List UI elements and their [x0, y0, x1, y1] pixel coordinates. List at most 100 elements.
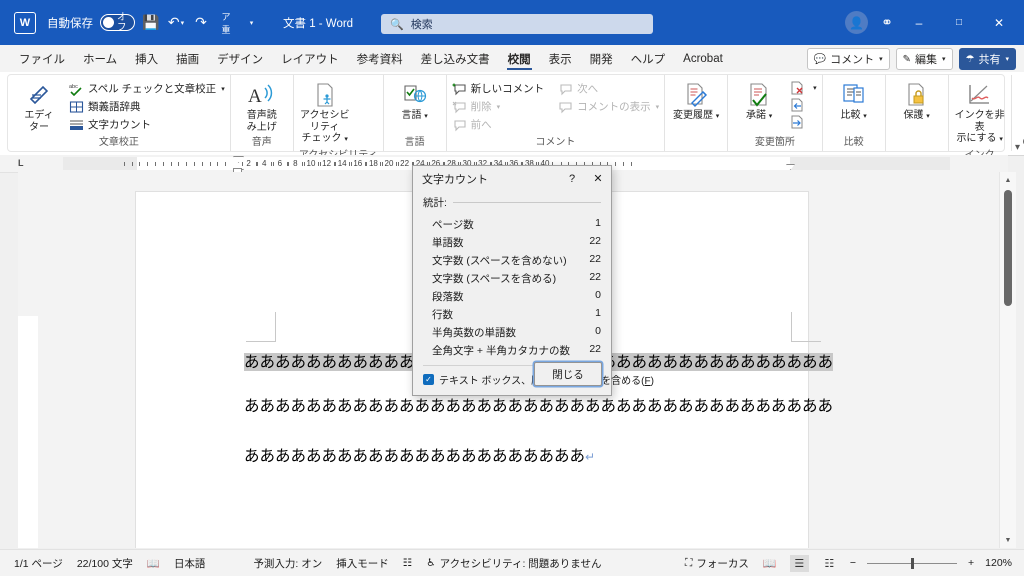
editing-button[interactable]: ✎ 編集 ▾: [896, 48, 953, 70]
include-textboxes-checkbox[interactable]: ✓: [423, 374, 434, 385]
ribbon-item-スペル チェックと文章校正[interactable]: abcスペル チェックと文章校正▾: [69, 81, 225, 96]
accessibility-check-icon: [312, 81, 338, 109]
ribbon-button-リンクノート[interactable]: Nリンクノート: [1017, 79, 1024, 133]
scroll-down-icon[interactable]: ▼: [1000, 532, 1016, 548]
stat-value: 0: [571, 289, 601, 304]
ruler-number: 14: [338, 159, 347, 168]
chevron-down-icon[interactable]: ▾: [656, 103, 660, 111]
zoom-slider-handle[interactable]: [911, 558, 914, 569]
scrollbar-thumb[interactable]: [1004, 190, 1012, 306]
tab-8[interactable]: 校閲: [499, 45, 540, 72]
ribbon-button-音声読み上げ[interactable]: A音声読み上げ: [236, 79, 288, 133]
ribbon-button-保護[interactable]: 保護 ▾: [891, 79, 943, 123]
autosave-toggle[interactable]: オフ: [100, 14, 135, 31]
ribbon-button-変更履歴[interactable]: 変更履歴 ▾: [670, 79, 722, 123]
close-button[interactable]: ✕: [980, 0, 1018, 45]
read-mode-icon[interactable]: 📖: [760, 555, 779, 572]
document-line[interactable]: ああああああああああああああああああああああ↵: [244, 444, 595, 466]
dialog-close-button[interactable]: 閉じる: [534, 362, 602, 386]
tab-4[interactable]: デザイン: [208, 45, 272, 72]
search-input[interactable]: 🔍 検索: [381, 14, 653, 34]
document-line[interactable]: ああああああああああああああああああああああああああああああああああああああ: [244, 394, 833, 416]
ribbon-button-インクを非表示にする[interactable]: インクを非表示にする ▾: [954, 79, 1006, 146]
chevron-down-icon: ▾: [879, 55, 883, 63]
ribbon-item-類義語辞典[interactable]: 類義語辞典: [69, 99, 225, 114]
ribbon-item-previous-change-icon[interactable]: [789, 98, 817, 112]
ribbon-item-label: 前へ: [471, 117, 492, 132]
focus-button[interactable]: ⛶ フォーカス: [685, 556, 749, 571]
paragraph-mark: ↵: [585, 450, 595, 464]
tab-9[interactable]: 表示: [540, 45, 581, 72]
tab-1[interactable]: ホーム: [74, 45, 126, 72]
collapse-ribbon-icon[interactable]: ▾: [1015, 142, 1020, 153]
ribbon-group-音声: A音声読み上げ音声: [230, 75, 293, 151]
previous-comment-icon: [452, 118, 467, 132]
tab-5[interactable]: レイアウト: [272, 45, 348, 72]
previous-change-icon: [789, 98, 804, 112]
word-app-icon: W: [14, 12, 36, 34]
tab-7[interactable]: 差し込み文書: [412, 45, 499, 72]
ribbon-button-承諾[interactable]: 承諾 ▾: [733, 79, 785, 123]
dialog-close-icon[interactable]: ✕: [585, 166, 611, 191]
share-button[interactable]: ☂ 共有 ▾: [959, 48, 1016, 70]
ribbon-item-reject-change-icon[interactable]: ▾: [789, 81, 817, 95]
account-avatar-icon[interactable]: 👤: [845, 11, 868, 34]
ribbon-item-新しいコメント[interactable]: 新しいコメント: [452, 81, 545, 96]
vertical-scrollbar[interactable]: ▲ ▼: [999, 172, 1016, 548]
ime-icon[interactable]: ☷: [403, 557, 412, 569]
proofing-icon[interactable]: 📖: [147, 557, 160, 570]
language-indicator[interactable]: 日本語: [174, 556, 206, 571]
print-layout-icon[interactable]: ☰: [790, 555, 809, 572]
chevron-down-icon[interactable]: ▾: [813, 84, 817, 92]
undo-icon[interactable]: ↶▾: [167, 0, 185, 45]
dialog-help-icon[interactable]: ?: [559, 166, 585, 191]
stat-row: 文字数 (スペースを含める)22: [423, 269, 601, 287]
web-layout-icon[interactable]: ☷: [820, 555, 839, 572]
ribbon-item-文字カウント[interactable]: 文字カウント: [69, 117, 225, 132]
ribbon-button-言語[interactable]: 言語 ▾: [389, 79, 441, 123]
repeat-icon[interactable]: ア重: [217, 0, 235, 45]
editor-pen-icon: [26, 81, 52, 109]
redo-icon[interactable]: ↷: [192, 0, 210, 45]
hide-ink-icon: [967, 81, 993, 109]
prediction-indicator[interactable]: 予測入力: オン: [253, 556, 322, 571]
zoom-out-button[interactable]: −: [850, 557, 856, 569]
save-icon[interactable]: 💾: [142, 0, 160, 45]
ribbon-button-比較[interactable]: 比較 ▾: [828, 79, 880, 123]
scroll-up-icon[interactable]: ▲: [1000, 172, 1016, 188]
ribbon-item-next-change-icon[interactable]: [789, 115, 817, 129]
ribbon-button-エディター[interactable]: エディター: [13, 79, 65, 133]
ribbon-tab-bar: ファイルホーム挿入描画デザインレイアウト参考資料差し込み文書校閲表示開発ヘルプA…: [0, 45, 1024, 72]
stat-value: 1: [571, 307, 601, 322]
stat-label: 段落数: [432, 289, 464, 304]
stat-label: 行数: [432, 307, 453, 322]
chevron-down-icon[interactable]: ▾: [221, 85, 225, 93]
qat-more-icon[interactable]: ▾: [242, 0, 260, 45]
tab-stop-selector[interactable]: L: [18, 158, 24, 168]
word-count-dialog[interactable]: 文字カウント ? ✕ 統計: ページ数1単語数22文字数 (スペースを含めない)…: [412, 165, 612, 396]
tab-12[interactable]: Acrobat: [674, 45, 732, 72]
tab-2[interactable]: 挿入: [126, 45, 167, 72]
tab-0[interactable]: ファイル: [10, 45, 74, 72]
chevron-down-icon[interactable]: ▾: [497, 103, 501, 111]
tab-3[interactable]: 描画: [167, 45, 208, 72]
stat-value: 22: [571, 271, 601, 286]
hint-balloon-icon[interactable]: ⚭: [876, 0, 898, 45]
tab-10[interactable]: 開発: [581, 45, 622, 72]
accessibility-indicator[interactable]: ♿ アクセシビリティ: 問題ありません: [426, 556, 601, 571]
insert-mode-indicator[interactable]: 挿入モード: [336, 556, 389, 571]
word-count-indicator[interactable]: 22/100 文字: [77, 556, 133, 571]
ribbon-button-アクセシビリティチェック[interactable]: アクセシビリティチェック ▾: [299, 79, 351, 146]
zoom-slider[interactable]: [867, 557, 957, 569]
page-indicator[interactable]: 1/1 ページ: [14, 556, 63, 571]
tab-11[interactable]: ヘルプ: [622, 45, 675, 72]
ruler-tick: [139, 162, 140, 166]
comments-button[interactable]: 💬 コメント ▾: [807, 48, 890, 70]
vertical-ruler: 1234567: [18, 172, 38, 548]
tab-6[interactable]: 参考資料: [348, 45, 412, 72]
maximize-button[interactable]: □: [940, 0, 978, 45]
zoom-in-button[interactable]: +: [968, 557, 974, 569]
minimize-button[interactable]: –: [900, 0, 938, 45]
ruler-tick: [147, 162, 148, 166]
zoom-level-label[interactable]: 120%: [985, 557, 1012, 569]
